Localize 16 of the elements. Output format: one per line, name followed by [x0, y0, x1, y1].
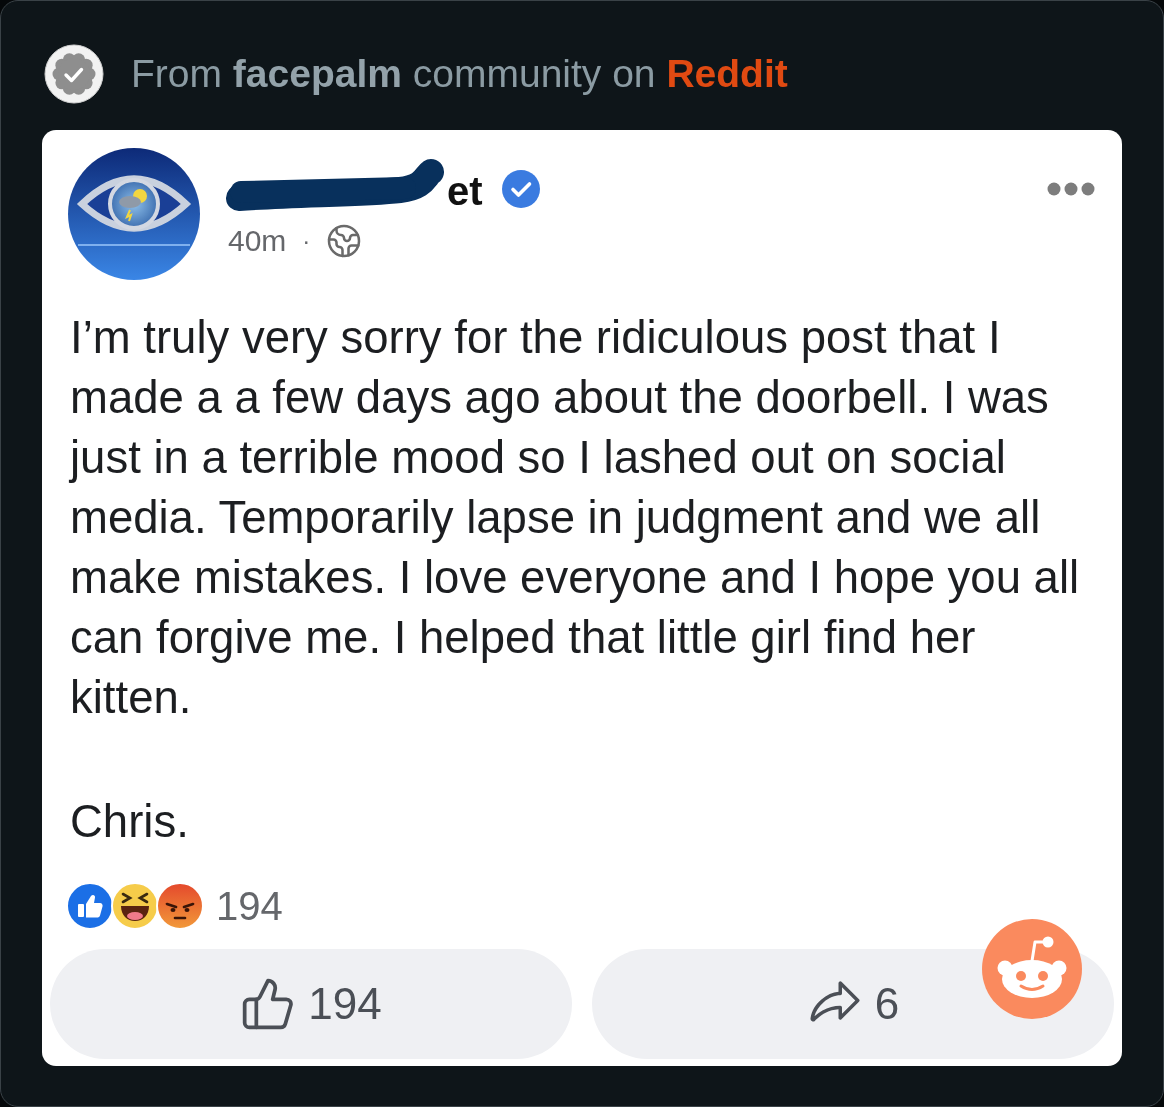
angry-emoji-icon [156, 882, 204, 930]
thumbs-up-emoji-icon [66, 882, 114, 930]
source-line: From facepalm community on Reddit [131, 51, 788, 97]
like-button[interactable]: 194 [50, 949, 572, 1059]
globe-icon [326, 223, 363, 259]
more-options-icon[interactable] [1047, 182, 1095, 196]
separator-dot: · [302, 227, 311, 255]
author-name: et [447, 169, 483, 213]
reaction-count: 194 [216, 883, 283, 929]
post-time: 40m [228, 224, 287, 258]
post-text: Chris. [70, 795, 190, 849]
smiling-alien-icon [982, 919, 1082, 1019]
post-text: I’m truly very sorry for the ridiculous post that I made a a few days ago about the doorbell. I was just in a terrible mood so I lashed out on social media. Temporarily lapse in judgment and we all make mistakes. I love everyone and I hope you all can forgive me. I helped that little girl find her kitten. [70, 311, 1081, 725]
verified-badge-icon [44, 44, 104, 104]
laughing-emoji-icon [111, 882, 159, 930]
share-button[interactable]: 6 [592, 949, 1114, 1059]
